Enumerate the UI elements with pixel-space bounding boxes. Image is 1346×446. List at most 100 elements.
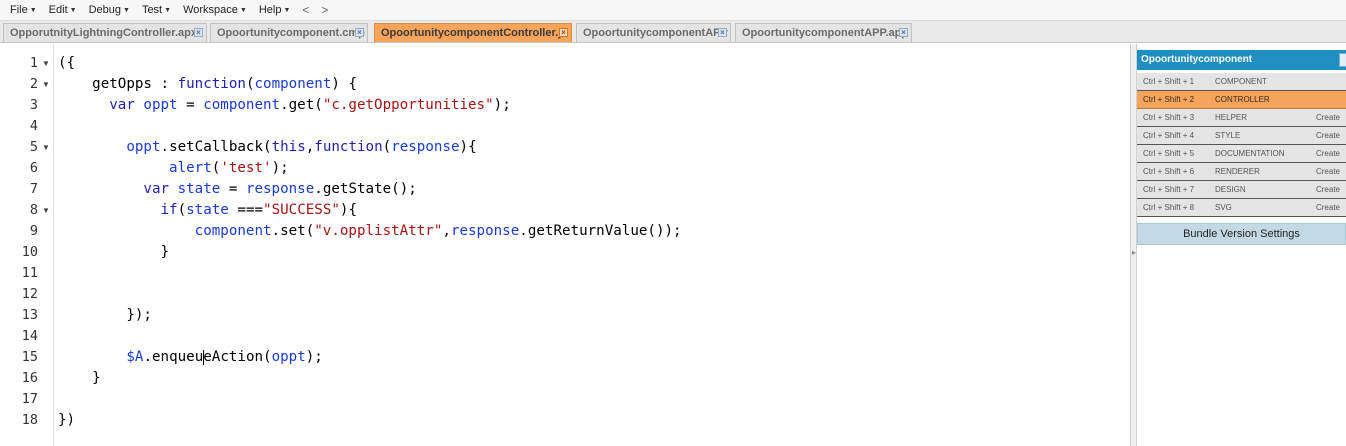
code-line[interactable]: }: [58, 368, 101, 389]
tab-label: OpoortunitycomponentAPP: [583, 27, 728, 39]
chevron-down-icon: ▼: [239, 6, 247, 14]
bundle-version-settings-button[interactable]: Bundle Version Settings: [1137, 223, 1346, 245]
close-icon[interactable]: ×: [718, 28, 727, 37]
row-name: SVG: [1215, 203, 1232, 212]
menu-edit[interactable]: Edit ▼: [43, 0, 83, 21]
row-shortcut: Ctrl + Shift + 4: [1143, 131, 1195, 140]
code-line[interactable]: component.set("v.opplistAttr",response.g…: [58, 221, 682, 242]
fold-arrow-icon[interactable]: ▼: [42, 74, 50, 95]
line-number: 11: [21, 265, 38, 281]
tab-component-app[interactable]: OpoortunitycomponentAPP ×: [576, 23, 731, 42]
tab-label: Opoortunitycomponent.cmp: [217, 27, 365, 39]
row-name: STYLE: [1215, 131, 1241, 140]
row-shortcut: Ctrl + Shift + 6: [1143, 167, 1195, 176]
line-number: 12: [21, 286, 38, 302]
menu-workspace-label: Workspace: [183, 4, 238, 16]
close-icon[interactable]: ×: [899, 28, 908, 37]
forward-button[interactable]: >: [315, 0, 334, 21]
row-name: COMPONENT: [1215, 77, 1267, 86]
line-number: 10: [21, 244, 38, 260]
create-link[interactable]: Create: [1316, 181, 1340, 198]
menu-file[interactable]: File ▼: [4, 0, 43, 21]
create-link[interactable]: Create: [1316, 127, 1340, 144]
create-link[interactable]: Create: [1316, 145, 1340, 162]
line-number: 6: [29, 160, 38, 176]
row-shortcut: Ctrl + Shift + 5: [1143, 149, 1195, 158]
menu-file-label: File: [10, 4, 28, 16]
collapse-arrow-icon[interactable]: ▸: [1132, 246, 1136, 260]
back-button[interactable]: <: [296, 0, 315, 21]
menu-test[interactable]: Test ▼: [136, 0, 177, 21]
row-name: CONTROLLER: [1215, 95, 1270, 104]
fold-arrow-icon[interactable]: ▼: [42, 53, 50, 74]
line-number: 18: [21, 412, 38, 428]
line-number: 8: [29, 202, 38, 218]
bundle-row-controller[interactable]: Ctrl + Shift + 2 CONTROLLER: [1137, 91, 1346, 109]
line-number: 9: [29, 223, 38, 239]
code-line[interactable]: alert('test');: [58, 158, 289, 179]
panel-toggle-button[interactable]: [1339, 53, 1346, 67]
line-number-gutter: 1 2 3 4 5 6 7 8 9 10 11 12 13 14 15 16 1…: [0, 44, 54, 446]
code-line[interactable]: });: [58, 305, 152, 326]
row-shortcut: Ctrl + Shift + 7: [1143, 185, 1195, 194]
close-icon[interactable]: ×: [194, 28, 203, 37]
fold-arrow-icon[interactable]: ▼: [42, 200, 50, 221]
create-link[interactable]: Create: [1316, 163, 1340, 180]
code-line[interactable]: if(state ==="SUCCESS"){: [58, 200, 358, 221]
code-line[interactable]: oppt.setCallback(this,function(response)…: [58, 137, 476, 158]
line-number: 17: [21, 391, 38, 407]
tab-apex-controller[interactable]: OpporutnityLightningController.apxc ×: [3, 23, 207, 42]
chevron-down-icon: ▼: [164, 6, 172, 14]
close-icon[interactable]: ×: [355, 28, 364, 37]
bundle-row-style[interactable]: Ctrl + Shift + 4 STYLE Create: [1137, 127, 1346, 145]
fold-arrow-icon[interactable]: ▼: [42, 137, 50, 158]
menu-debug[interactable]: Debug ▼: [83, 0, 136, 21]
chevron-down-icon: ▼: [123, 6, 130, 14]
tab-component-app-file[interactable]: OpoortunitycomponentAPP.app ×: [735, 23, 912, 42]
code-line[interactable]: }): [58, 410, 75, 431]
line-number: 3: [29, 97, 38, 113]
menu-edit-label: Edit: [48, 4, 68, 16]
bundle-row-documentation[interactable]: Ctrl + Shift + 5 DOCUMENTATION Create: [1137, 145, 1346, 163]
chevron-down-icon: ▼: [69, 6, 77, 14]
tab-label: OpporutnityLightningController.apxc: [10, 27, 204, 39]
menu-workspace[interactable]: Workspace ▼: [177, 0, 253, 21]
tab-component-cmp[interactable]: Opoortunitycomponent.cmp ×: [210, 23, 368, 42]
bundle-row-svg[interactable]: Ctrl + Shift + 8 SVG Create: [1137, 199, 1346, 217]
create-link[interactable]: Create: [1316, 199, 1340, 216]
row-name: DESIGN: [1215, 185, 1246, 194]
menu-help[interactable]: Help ▼: [253, 0, 297, 21]
tab-controller-js[interactable]: OpoortunitycomponentController.js ×: [374, 23, 572, 42]
chevron-down-icon: ▼: [29, 6, 37, 14]
bundle-row-design[interactable]: Ctrl + Shift + 7 DESIGN Create: [1137, 181, 1346, 199]
menu-debug-label: Debug: [88, 4, 121, 16]
row-shortcut: Ctrl + Shift + 8: [1143, 203, 1195, 212]
code-line[interactable]: }: [58, 242, 169, 263]
row-shortcut: Ctrl + Shift + 2: [1143, 95, 1195, 104]
line-number: 5: [29, 139, 38, 155]
line-number: 13: [21, 307, 38, 323]
menu-bar: File ▼ Edit ▼ Debug ▼ Test ▼ Workspace ▼ Help…: [0, 0, 1346, 21]
code-editor[interactable]: 1 2 3 4 5 6 7 8 9 10 11 12 13 14 15 16 1…: [0, 44, 1131, 446]
bundle-panel: Opoortunitycomponent Ctrl + Shift + 1 CO…: [1137, 50, 1346, 446]
chevron-down-icon: ▼: [283, 6, 291, 14]
bundle-row-renderer[interactable]: Ctrl + Shift + 6 RENDERER Create: [1137, 163, 1346, 181]
line-number: 14: [21, 328, 38, 344]
line-number: 7: [29, 181, 38, 197]
code-line[interactable]: $A.enqueueAction(oppt);: [58, 347, 323, 368]
menu-help-label: Help: [258, 4, 282, 16]
row-shortcut: Ctrl + Shift + 3: [1143, 113, 1195, 122]
code-line[interactable]: var oppt = component.get("c.getOpportuni…: [58, 95, 511, 116]
row-name: RENDERER: [1215, 167, 1260, 176]
code-line[interactable]: var state = response.getState();: [58, 179, 416, 200]
row-name: HELPER: [1215, 113, 1248, 122]
close-icon[interactable]: ×: [559, 28, 568, 37]
bundle-row-helper[interactable]: Ctrl + Shift + 3 HELPER Create: [1137, 109, 1346, 127]
text-cursor: [202, 349, 204, 365]
code-line[interactable]: getOpps : function(component) {: [58, 74, 357, 95]
code-line[interactable]: ({: [58, 53, 75, 74]
tab-label: OpoortunitycomponentController.js: [381, 27, 568, 39]
bundle-title: Opoortunitycomponent: [1141, 54, 1253, 65]
create-link[interactable]: Create: [1316, 109, 1340, 126]
bundle-row-component[interactable]: Ctrl + Shift + 1 COMPONENT: [1137, 73, 1346, 91]
